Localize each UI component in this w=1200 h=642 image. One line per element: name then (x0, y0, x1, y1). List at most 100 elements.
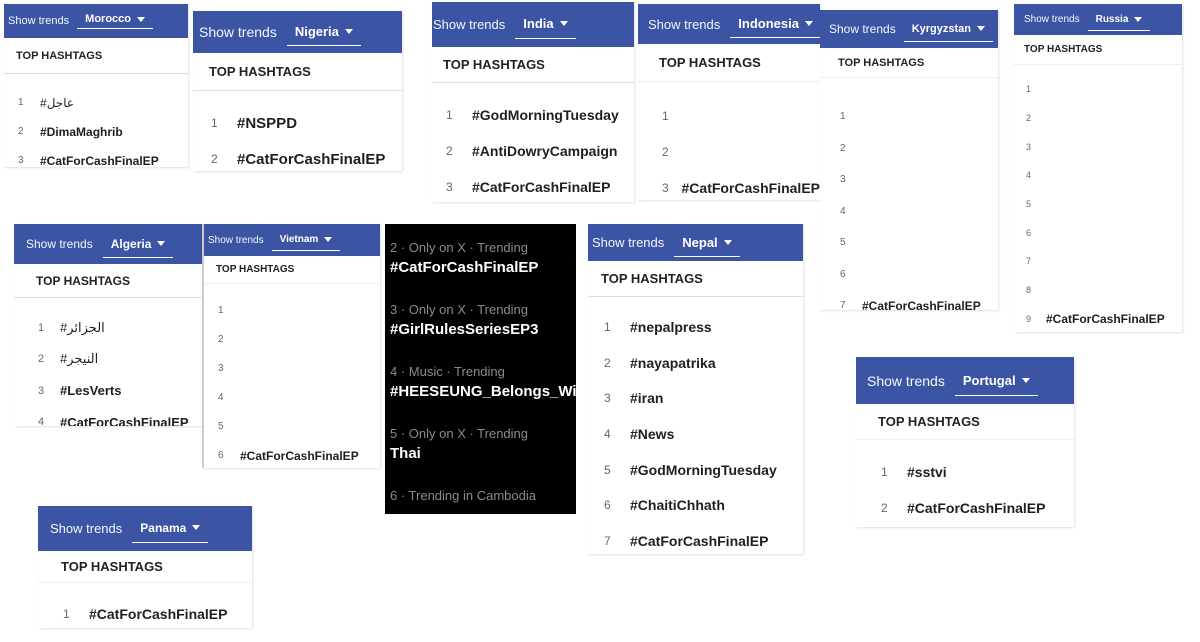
chevron-down-icon (157, 241, 166, 246)
hashtag-row[interactable]: 2 (820, 133, 998, 165)
country-select[interactable]: Portugal (954, 373, 1038, 396)
hashtag-row[interactable]: 7 #CatForCashFinalEP (588, 523, 803, 554)
hashtag-row[interactable]: 5 (204, 412, 380, 441)
trend-name[interactable]: #CatForCashFinalEP (390, 259, 576, 276)
hashtag-row[interactable]: 3 #CatForCashFinalEP (4, 146, 188, 168)
hashtag-row[interactable]: 2 #nayapatrika (588, 345, 803, 381)
chevron-down-icon (723, 239, 732, 245)
hashtag-link[interactable]: #CatForCashFinalEP (89, 606, 227, 622)
hashtag-row[interactable]: 1 #nepalpress (588, 309, 803, 345)
hashtag-row[interactable]: 6 #CatForCashFinalEP (204, 441, 380, 468)
hashtag-row[interactable]: 2 (638, 134, 820, 170)
hashtag-row[interactable]: 1 #الجزائر (14, 312, 210, 344)
hashtag-link[interactable]: #DimaMaghrib (40, 125, 123, 139)
hashtag-row[interactable]: 2 #النيجر (14, 344, 210, 376)
hashtag-row[interactable]: 1 (1014, 75, 1182, 104)
hashtag-row[interactable]: 9 #CatForCashFinalEP (1014, 305, 1182, 333)
x-trend-item[interactable]: 4 · Music · Trending #HEESEUNG_Belongs_W… (390, 364, 576, 426)
hashtag-row[interactable]: 1 (820, 101, 998, 133)
hashtag-link[interactable]: #النيجر (60, 351, 98, 367)
hashtag-row[interactable]: 2 #DimaMaghrib (4, 117, 188, 146)
hashtag-row[interactable]: 1 (204, 296, 380, 325)
hashtag-link[interactable]: #LesVerts (60, 383, 121, 398)
hashtag-row[interactable]: 1 #sstvi (856, 454, 1074, 490)
country-select[interactable]: Vietnam (271, 234, 341, 251)
hashtag-row[interactable]: 2 (204, 325, 380, 354)
hashtag-row[interactable]: 3 #CatForCashFinalEP (432, 169, 634, 202)
country-name: Nepal (682, 234, 718, 250)
hashtag-row[interactable]: 3 #CatForCashFinalEP (638, 170, 820, 200)
hashtag-link[interactable]: #ChaitiChhath (630, 497, 725, 513)
hashtag-row[interactable]: 5 #GodMorningTuesday (588, 452, 803, 488)
country-select[interactable]: Kyrgyzstan (903, 23, 993, 42)
hashtag-link[interactable]: #AntiDowryCampaign (472, 143, 617, 159)
country-select[interactable]: Indonesia (730, 16, 820, 38)
hashtag-row[interactable]: 3 (1014, 132, 1182, 161)
hashtag-link[interactable]: #CatForCashFinalEP (1046, 312, 1165, 326)
hashtag-link[interactable]: #CatForCashFinalEP (907, 500, 1045, 516)
hashtag-link[interactable]: #GodMorningTuesday (472, 107, 619, 123)
hashtag-row[interactable]: 7 (1014, 247, 1182, 276)
hashtag-link[interactable]: #CatForCashFinalEP (630, 533, 768, 549)
hashtag-row[interactable]: 1 (638, 98, 820, 134)
hashtag-list: 1 #sstvi 2 #CatForCashFinalEP (856, 440, 1074, 526)
country-select[interactable]: India (515, 16, 576, 39)
hashtag-row[interactable]: 3 (204, 354, 380, 383)
hashtag-row[interactable]: 2 #CatForCashFinalEP (193, 141, 402, 171)
country-select[interactable]: Russia (1087, 14, 1151, 31)
country-select[interactable]: Morocco (77, 13, 153, 29)
hashtag-row[interactable]: 3 #iran (588, 380, 803, 416)
hashtag-row[interactable]: 2 #CatForCashFinalEP (856, 490, 1074, 526)
country-select[interactable]: Nepal (674, 234, 740, 257)
hashtag-row[interactable]: 1 #CatForCashFinalEP (38, 597, 252, 628)
rank-number: 5 (218, 421, 224, 432)
hashtag-link[interactable]: #nayapatrika (630, 355, 716, 371)
hashtag-row[interactable]: 3 #LesVerts (14, 375, 210, 407)
hashtag-link[interactable]: #الجزائر (60, 320, 105, 336)
hashtag-row[interactable]: 1 #عاجل (4, 88, 188, 117)
hashtag-link[interactable]: #GodMorningTuesday (630, 462, 777, 478)
hashtag-row[interactable]: 2 (1014, 104, 1182, 133)
hashtag-row[interactable]: 1 #NSPPD (193, 105, 402, 141)
country-select[interactable]: Algeria (102, 237, 174, 258)
hashtag-link[interactable]: #CatForCashFinalEP (237, 151, 385, 168)
hashtag-link[interactable]: #CatForCashFinalEP (472, 179, 610, 195)
hashtag-link[interactable]: #iran (630, 390, 663, 406)
trend-name[interactable]: Thai (390, 445, 576, 462)
hashtag-row[interactable]: 4 (1014, 161, 1182, 190)
hashtag-row[interactable]: 4 (820, 196, 998, 228)
hashtag-link[interactable]: #News (630, 426, 674, 442)
hashtag-row[interactable]: 5 (1014, 190, 1182, 219)
x-trend-item[interactable]: 3 · Only on X · Trending #GirlRulesSerie… (390, 302, 576, 364)
hashtag-link[interactable]: #CatForCashFinalEP (862, 299, 981, 310)
hashtag-row[interactable]: 8 (1014, 276, 1182, 305)
hashtag-list: 1 2 3 #CatForCashFinalEP (638, 82, 820, 200)
hashtag-row[interactable]: 4 (204, 383, 380, 412)
x-trend-item[interactable]: 5 · Only on X · Trending Thai (390, 426, 576, 488)
country-select[interactable]: Panama (132, 521, 209, 543)
country-select[interactable]: Nigeria (286, 24, 361, 46)
hashtag-row[interactable]: 6 (1014, 218, 1182, 247)
x-trend-item[interactable]: 2 · Only on X · Trending #CatForCashFina… (390, 240, 576, 302)
hashtag-row[interactable]: 6 (820, 259, 998, 291)
hashtag-link[interactable]: #عاجل (40, 96, 74, 110)
hashtag-row[interactable]: 3 (820, 164, 998, 196)
hashtag-row[interactable]: 5 (820, 227, 998, 259)
hashtag-row[interactable]: 1 #GodMorningTuesday (432, 97, 634, 133)
hashtag-row[interactable]: 2 #AntiDowryCampaign (432, 133, 634, 169)
hashtag-link[interactable]: #NSPPD (237, 115, 297, 132)
hashtag-link[interactable]: #CatForCashFinalEP (40, 154, 159, 168)
hashtag-link[interactable]: #CatForCashFinalEP (682, 180, 820, 196)
hashtag-row[interactable]: 7 #CatForCashFinalEP (820, 290, 998, 310)
hashtag-link[interactable]: #CatForCashFinalEP (240, 449, 359, 463)
hashtag-row[interactable]: 6 #ChaitiChhath (588, 487, 803, 523)
hashtag-link[interactable]: #CatForCashFinalEP (60, 415, 189, 426)
hashtag-link[interactable]: #sstvi (907, 464, 947, 480)
trend-name[interactable]: #HEESEUNG_Belongs_With_ (390, 383, 576, 400)
hashtag-link[interactable]: #nepalpress (630, 319, 712, 335)
trend-name[interactable]: #GirlRulesSeriesEP3 (390, 321, 576, 338)
hashtag-row[interactable]: 4 #CatForCashFinalEP (14, 407, 210, 426)
x-trend-item[interactable]: 6 · Trending in Cambodia (390, 488, 576, 514)
trends-panel-portugal: Show trends Portugal TOP HASHTAGS 1 #sst… (856, 357, 1074, 527)
hashtag-row[interactable]: 4 #News (588, 416, 803, 452)
